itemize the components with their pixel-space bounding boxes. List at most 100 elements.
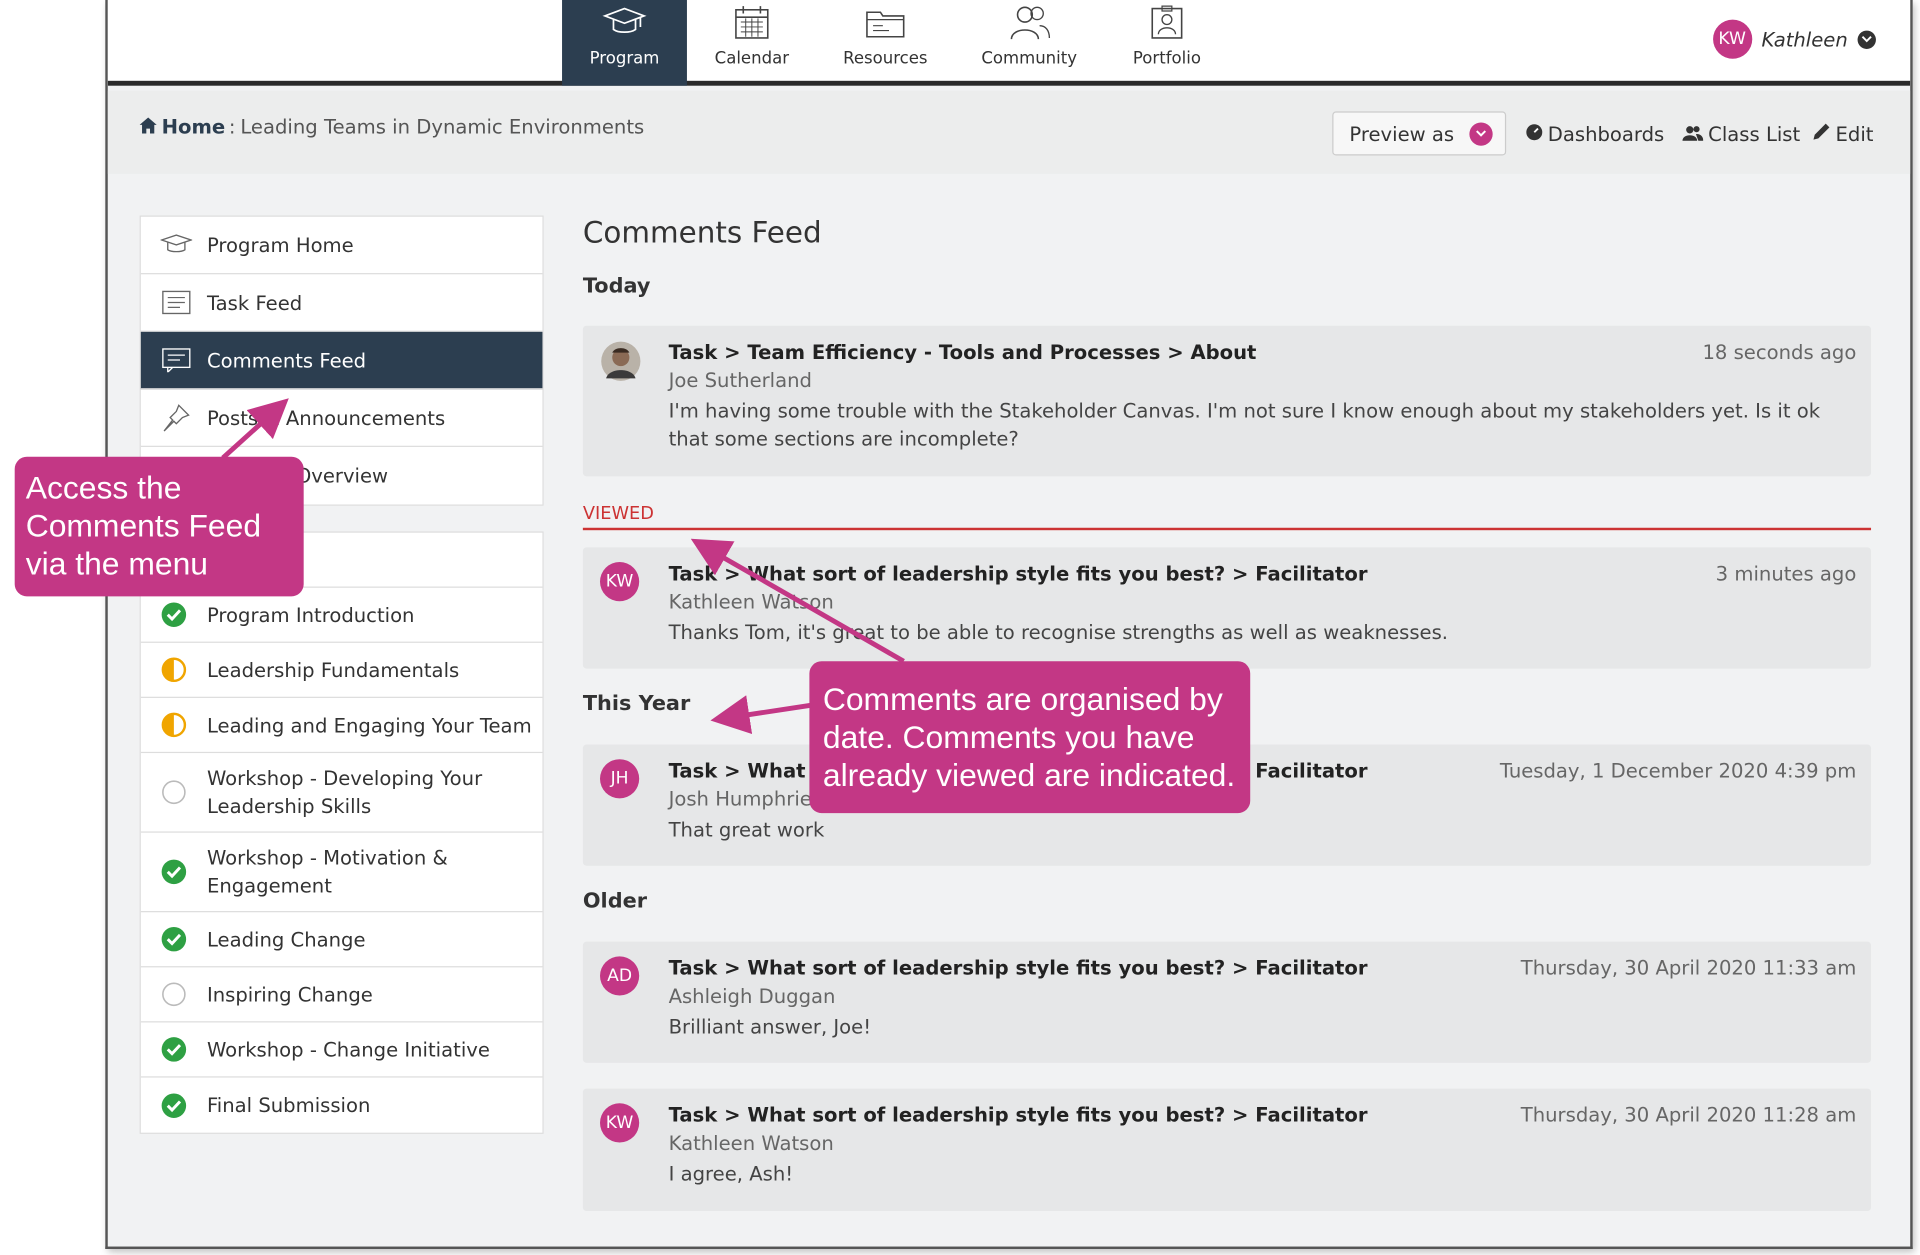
breadcrumb-bar: Home : Leading Teams in Dynamic Environm… [107,90,1911,174]
folder-icon [864,2,906,41]
comment-author: Ashleigh Duggan [668,984,836,1008]
comment-text: I agree, Ash! [668,1162,794,1186]
nav-program[interactable]: Program [562,0,687,86]
edit-link[interactable]: Edit [1812,122,1874,146]
comment-card[interactable]: AD Task > What sort of leadership style … [582,941,1872,1063]
comment-path[interactable]: Task > Team Efficiency - Tools and Proce… [669,340,1257,363]
nav-portfolio[interactable]: Portfolio [1112,0,1222,86]
comment-card[interactable]: KW Task > What sort of leadership style … [582,1088,1872,1212]
user-name: Kathleen [1761,27,1848,51]
dashboards-link[interactable]: Dashboards [1526,122,1665,146]
dashboards-label: Dashboards [1547,122,1665,146]
half-circle-icon [160,656,187,683]
nav-calendar[interactable]: Calendar [689,0,814,86]
chevron-down-icon [1857,30,1876,49]
comment-time: 18 seconds ago [1702,340,1857,364]
breadcrumb-home[interactable]: Home [162,115,226,138]
avatar: KW [600,1103,640,1143]
menu-item-comments-feed[interactable]: Comments Feed [140,331,543,390]
task-list-icon [160,290,192,315]
comment-path[interactable]: Task > What sort of leadership style fit… [669,956,1368,979]
comment-text: I'm having some trouble with the Stakeho… [668,399,1821,451]
comment-time: Tuesday, 1 December 2020 4:39 pm [1499,759,1857,783]
edit-label: Edit [1835,122,1874,146]
check-circle-icon [160,926,187,953]
comment-card[interactable]: Task > Team Efficiency - Tools and Proce… [582,325,1872,477]
program-item[interactable]: Leading Change [140,912,543,968]
program-item[interactable]: Inspiring Change [140,967,543,1023]
program-item-label: Leadership Fundamentals [206,658,460,682]
menu-label: Comments Feed [206,348,367,372]
program-item-label: Leading and Engaging Your Team [206,713,532,737]
callout-line: already viewed are indicated. [822,756,1236,794]
program-item[interactable]: Workshop - Change Initiative [140,1022,543,1078]
comment-card[interactable]: KW Task > What sort of leadership style … [582,547,1872,669]
comment-time: Thursday, 30 April 2020 11:33 am [1520,956,1857,980]
avatar: KW [1712,19,1752,59]
nav-community[interactable]: Community [971,0,1087,86]
nav-label: Program [589,48,660,69]
calendar-icon [733,2,770,41]
nav-label: Community [981,48,1078,69]
users-icon [1682,122,1708,145]
comment-author: Joe Sutherland [668,368,812,392]
page-title: Comments Feed [582,215,822,250]
graduation-cap-icon [160,233,193,257]
half-circle-icon [160,711,187,738]
comment-author: Josh Humphries [668,787,823,811]
program-item-label: Workshop - Developing Your Leadership Sk… [206,766,483,818]
user-menu[interactable]: KW Kathleen [1712,19,1876,59]
nav-label: Calendar [714,48,790,69]
viewed-divider: VIEWED [582,504,1872,531]
chevron-down-icon [1468,121,1493,146]
program-item[interactable]: Final Submission [141,1078,543,1133]
menu-item-task-feed[interactable]: Task Feed [140,274,543,332]
comment-path[interactable]: Task > What sort of leadership style fit… [669,1103,1368,1126]
comment-path[interactable]: Task > What sort of leadership style fit… [669,562,1368,585]
callout-organised: Comments are organised by date. Comments… [809,661,1251,814]
top-navigation: Program Calendar Resources Community Por… [107,0,1911,86]
program-item[interactable]: Leading and Engaging Your Team [140,698,543,754]
section-older: Older [582,888,647,914]
home-icon [139,115,157,138]
avatar: AD [600,956,640,996]
comment-text: That great work [668,817,825,842]
program-item[interactable]: Workshop - Developing Your Leadership Sk… [140,753,543,833]
breadcrumb-separator: : [228,115,236,139]
menu-label: Task Feed [206,290,303,315]
callout-line: Access the [25,468,182,506]
menu-item-program-home[interactable]: Program Home [140,217,543,275]
program-item-label: Leading Change [206,927,366,951]
menu-label: Program Home [206,233,354,257]
dashboard-icon [1526,122,1548,145]
preview-as-button[interactable]: Preview as [1332,111,1507,156]
check-circle-icon [160,858,187,885]
app-window: Program Calendar Resources Community Por… [105,0,1913,1249]
program-item[interactable]: Leadership Fundamentals [140,643,543,698]
breadcrumb: Home : Leading Teams in Dynamic Environm… [139,115,645,139]
callout-line: via the menu [25,544,209,582]
empty-circle-icon [160,779,187,806]
callout-line: date. Comments you have [822,718,1195,756]
menu-item-posts-announcements[interactable]: Posts & Announcements [140,389,543,447]
program-item-label: Inspiring Change [206,982,373,1006]
class-list-link[interactable]: Class List [1682,122,1800,146]
section-this-year: This Year [582,691,691,717]
comment-author: Kathleen Watson [668,1131,834,1155]
check-circle-icon [160,1036,187,1063]
program-items-list: WebinarProgram IntroductionLeadership Fu… [139,531,544,1134]
comment-text: Brilliant answer, Joe! [668,1015,872,1039]
nav-resources[interactable]: Resources [830,0,940,86]
section-today: Today [582,274,651,299]
breadcrumb-current: Leading Teams in Dynamic Environments [240,115,645,139]
comment-time: Thursday, 30 April 2020 11:28 am [1520,1103,1857,1127]
program-item-label: Final Submission [206,1093,371,1117]
comment-time: 3 minutes ago [1715,562,1857,586]
empty-circle-icon [160,981,187,1008]
avatar: KW [600,562,640,602]
nav-label: Portfolio [1132,48,1201,69]
menu-label: Posts & Announcements [206,405,446,430]
callout-line: Comments are organised by [822,680,1223,718]
program-item[interactable]: Workshop - Motivation & Engagement [140,833,543,913]
check-circle-icon [160,601,187,628]
